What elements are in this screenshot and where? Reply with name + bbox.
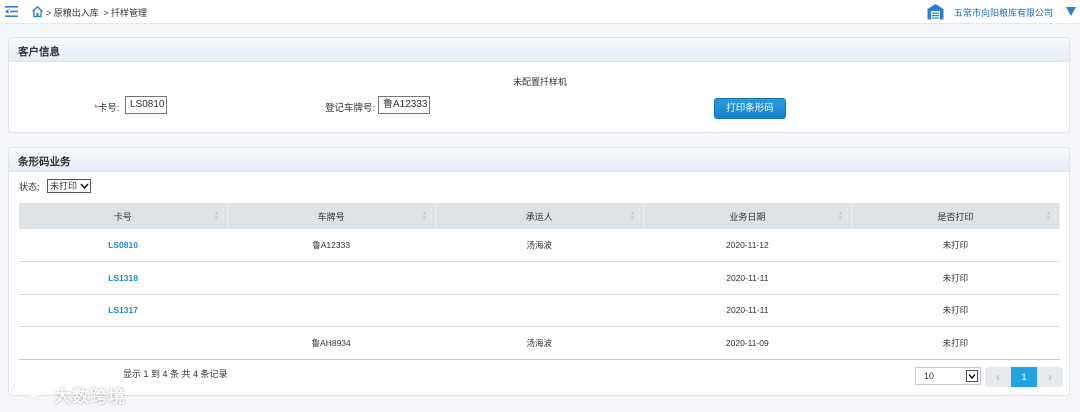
column-header-label: 卡号: [113, 211, 132, 222]
warehouse-icon: [927, 4, 944, 20]
cell-printed: 未打印: [851, 294, 1060, 327]
cell-plate: [227, 294, 436, 327]
column-header-carrier[interactable]: 承运人: [435, 203, 644, 229]
column-header-label: 车牌号: [317, 211, 345, 222]
top-bar: > 原粮出入库 > 扦样管理 五常市向阳粮库有限公司: [0, 0, 1080, 24]
cell-card[interactable]: LS1318: [19, 261, 228, 295]
status-select[interactable]: 未打印: [47, 179, 91, 193]
breadcrumb-item-sampling: > 扦样管理: [103, 8, 148, 18]
status-label: 状态:: [19, 182, 40, 192]
card-label-text: 卡号:: [97, 103, 120, 114]
sort-icon: [422, 211, 427, 220]
cell-plate: 鲁A12333: [227, 229, 436, 262]
barcode-table: 卡号 车牌号 承运人 业务日期 是否打印 LS0810 鲁A12333 汤海波 …: [19, 203, 1061, 360]
card-number-label: *卡号:: [94, 100, 119, 114]
barcode-business-panel: 条形码业务 状态: 未打印 卡号 车牌号 承运人 业务日期 是否打印 LS081…: [8, 147, 1070, 396]
panel-title: 条形码业务: [18, 156, 71, 168]
column-header-printed[interactable]: 是否打印: [851, 203, 1061, 229]
pagination: ‹ 1 ›: [985, 367, 1068, 387]
cell-card[interactable]: [19, 326, 228, 360]
plate-number-field[interactable]: 鲁A12333: [378, 96, 430, 114]
page-size-select[interactable]: 10: [915, 367, 981, 385]
cell-plate: 鲁AH8934: [227, 326, 436, 360]
sampler-notice: 未配置扦样机: [512, 77, 567, 87]
cell-date: 2020-11-11: [643, 294, 852, 327]
plate-number-label: 登记车牌号:: [325, 103, 376, 114]
menu-collapse-icon[interactable]: [5, 5, 18, 18]
breadcrumb: > 原粮出入库 > 扦样管理: [46, 6, 149, 19]
chevron-down-icon: [80, 183, 89, 190]
sort-icon: [214, 211, 219, 220]
table-row[interactable]: LS1318 2020-11-11 未打印: [19, 261, 1060, 295]
column-header-label: 是否打印: [937, 211, 974, 222]
print-barcode-button[interactable]: 打印条形码: [714, 98, 786, 119]
caret-down-icon[interactable]: [1066, 7, 1076, 16]
sort-icon: [630, 211, 635, 220]
watermark-logo-icon: [10, 381, 49, 401]
watermark-text: 大数跨境: [54, 387, 126, 406]
page-size-value: 10: [924, 371, 935, 381]
customer-info-panel: 客户信息 未配置扦样机 *卡号: LS0810 登记车牌号: 鲁A12333 打…: [8, 37, 1070, 133]
watermark: 大数跨境: [8, 378, 148, 406]
cell-carrier: 汤海波: [435, 326, 644, 360]
cell-carrier: [435, 261, 644, 295]
cell-date: 2020-11-11: [643, 261, 852, 295]
status-filter: 状态:: [19, 180, 40, 193]
cell-plate: [227, 261, 436, 295]
company-name[interactable]: 五常市向阳粮库有限公司: [954, 6, 1053, 19]
table-row[interactable]: LS0810 鲁A12333 汤海波 2020-11-12 未打印: [19, 229, 1060, 262]
cell-carrier: [435, 294, 644, 327]
table-row[interactable]: 鲁AH8934 汤海波 2020-11-09 未打印: [19, 326, 1060, 360]
cell-date: 2020-11-12: [643, 229, 852, 262]
table-header-row: 卡号 车牌号 承运人 业务日期 是否打印: [19, 203, 1061, 229]
chevron-down-icon: [968, 374, 976, 380]
column-header-plate[interactable]: 车牌号: [227, 203, 436, 229]
page-size-dropdown-button[interactable]: [966, 370, 978, 382]
column-header-label: 业务日期: [729, 211, 766, 222]
cell-date: 2020-11-09: [643, 326, 852, 360]
status-select-value: 未打印: [50, 181, 78, 191]
sort-icon: [1046, 211, 1051, 220]
prev-page-button[interactable]: ‹: [985, 367, 1011, 387]
panel-header: 条形码业务: [9, 148, 1069, 172]
column-header-label: 承运人: [525, 211, 553, 222]
column-header-date[interactable]: 业务日期: [643, 203, 852, 229]
sort-icon: [838, 211, 843, 220]
page-1-button[interactable]: 1: [1011, 367, 1037, 387]
cell-printed: 未打印: [851, 261, 1060, 295]
table-row[interactable]: LS1317 2020-11-11 未打印: [19, 294, 1060, 327]
home-icon[interactable]: [31, 5, 44, 18]
cell-card[interactable]: LS0810: [19, 229, 228, 262]
breadcrumb-item-raw-grain[interactable]: > 原粮出入库: [46, 8, 99, 18]
cell-card[interactable]: LS1317: [19, 294, 228, 327]
panel-title: 客户信息: [18, 46, 60, 58]
cell-carrier: 汤海波: [435, 229, 644, 262]
column-header-card[interactable]: 卡号: [19, 203, 228, 229]
next-page-button[interactable]: ›: [1037, 367, 1063, 387]
cell-printed: 未打印: [851, 326, 1060, 360]
card-number-field[interactable]: LS0810: [125, 96, 167, 114]
cell-printed: 未打印: [851, 229, 1060, 262]
panel-header: 客户信息: [9, 38, 1069, 62]
